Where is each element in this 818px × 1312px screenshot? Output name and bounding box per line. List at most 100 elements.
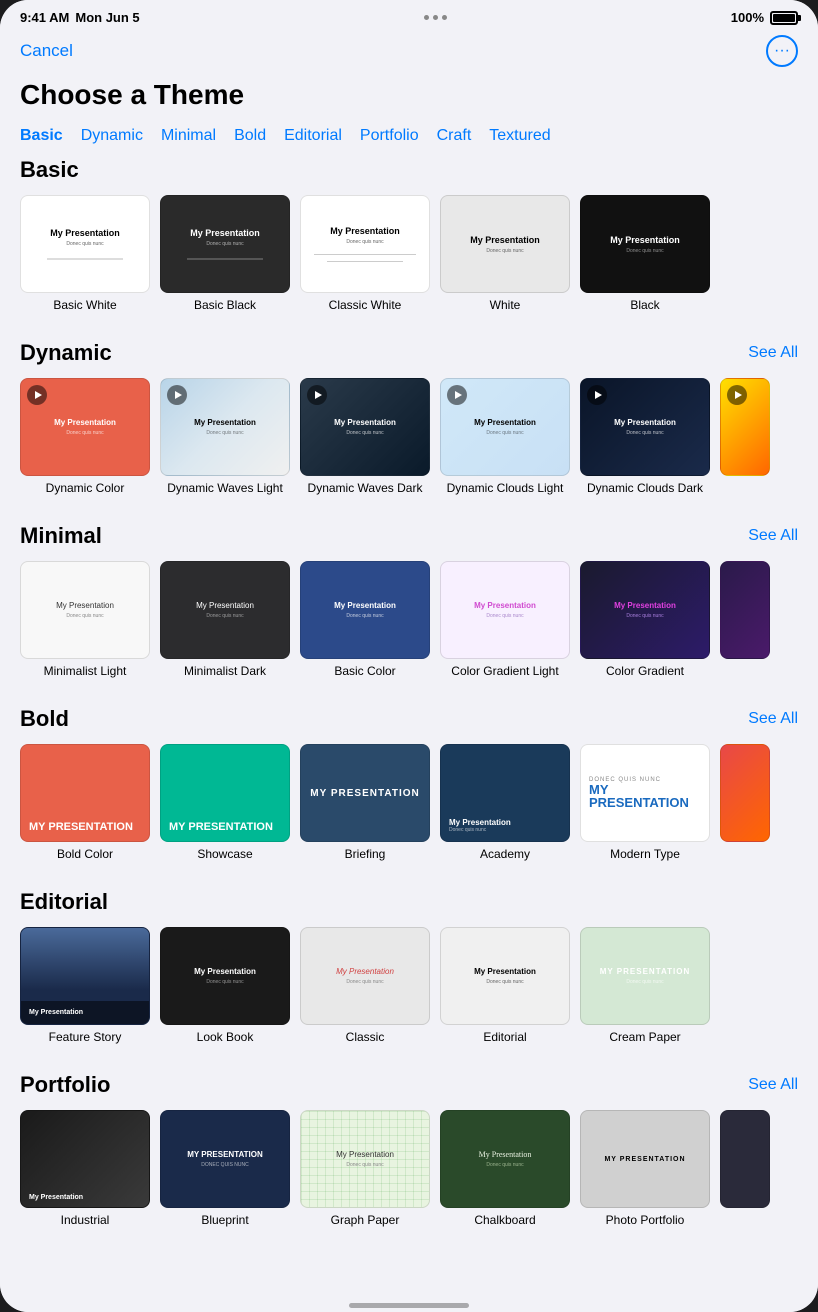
theme-classic-label: Classic — [346, 1030, 385, 1044]
theme-look-book-label: Look Book — [197, 1030, 254, 1044]
theme-color-gradient-label: Color Gradient — [606, 664, 684, 678]
section-basic-header: Basic — [20, 157, 798, 183]
theme-feature-story[interactable]: My Presentation Feature Story — [20, 927, 150, 1044]
theme-color-gradient[interactable]: My Presentation Donec quis nunc Color Gr… — [580, 561, 710, 678]
theme-classic-white-label: Classic White — [329, 298, 402, 312]
thumb-minimalist-light: My Presentation Donec quis nunc — [20, 561, 150, 659]
dots-menu — [424, 15, 447, 20]
theme-industrial[interactable]: My Presentation Industrial — [20, 1110, 150, 1227]
tab-textured[interactable]: Textured — [489, 127, 550, 145]
theme-bold-color[interactable]: MY PRESENTATION Bold Color — [20, 744, 150, 861]
section-dynamic-header: Dynamic See All — [20, 340, 798, 366]
play-icon-partial — [727, 385, 747, 405]
play-icon-waves-dark — [307, 385, 327, 405]
home-indicator — [0, 1295, 818, 1312]
tab-dynamic[interactable]: Dynamic — [81, 127, 143, 145]
section-editorial: Editorial My Presentation Feature Story — [20, 889, 798, 1044]
portfolio-themes-row: My Presentation Industrial MY PRESENTATI… — [20, 1110, 798, 1227]
theme-cream-paper[interactable]: MY PRESENTATION Donec quis nunc Cream Pa… — [580, 927, 710, 1044]
basic-themes-row: My Presentation Donec quis nunc Basic Wh… — [20, 195, 798, 312]
section-bold-title: Bold — [20, 706, 69, 732]
theme-chalkboard-label: Chalkboard — [474, 1213, 535, 1227]
tab-craft[interactable]: Craft — [437, 127, 472, 145]
thumb-black: My Presentation Donec quis nunc — [580, 195, 710, 293]
play-icon-waves-light — [167, 385, 187, 405]
theme-dynamic-clouds-light[interactable]: My Presentation Donec quis nunc Dynamic … — [440, 378, 570, 495]
theme-graph-paper[interactable]: My Presentation Donec quis nunc Graph Pa… — [300, 1110, 430, 1227]
section-dynamic-title: Dynamic — [20, 340, 112, 366]
section-minimal-header: Minimal See All — [20, 523, 798, 549]
bold-see-all[interactable]: See All — [748, 710, 798, 728]
theme-dynamic-waves-dark[interactable]: My Presentation Donec quis nunc Dynamic … — [300, 378, 430, 495]
cancel-button[interactable]: Cancel — [20, 41, 73, 61]
section-basic-title: Basic — [20, 157, 79, 183]
theme-cream-paper-label: Cream Paper — [609, 1030, 680, 1044]
theme-chalkboard[interactable]: My Presentation Donec quis nunc Chalkboa… — [440, 1110, 570, 1227]
theme-dynamic-color[interactable]: My Presentation Donec quis nunc Dynamic … — [20, 378, 150, 495]
tab-minimal[interactable]: Minimal — [161, 127, 216, 145]
theme-classic-white[interactable]: My Presentation Donec quis nunc Classic … — [300, 195, 430, 312]
theme-graph-paper-label: Graph Paper — [331, 1213, 400, 1227]
theme-look-book[interactable]: My Presentation Donec quis nunc Look Boo… — [160, 927, 290, 1044]
theme-basic-black[interactable]: My Presentation Donec quis nunc Basic Bl… — [160, 195, 290, 312]
tab-bold[interactable]: Bold — [234, 127, 266, 145]
theme-color-gradient-light[interactable]: My Presentation Donec quis nunc Color Gr… — [440, 561, 570, 678]
more-options-button[interactable]: ··· — [766, 35, 798, 67]
section-editorial-header: Editorial — [20, 889, 798, 915]
theme-dynamic-waves-light[interactable]: My Presentation Donec quis nunc Dynamic … — [160, 378, 290, 495]
play-icon-dynamic-color — [27, 385, 47, 405]
thumb-industrial: My Presentation — [20, 1110, 150, 1208]
thumb-academy: My Presentation Donec quis nunc — [440, 744, 570, 842]
thumb-basic-black: My Presentation Donec quis nunc — [160, 195, 290, 293]
thumb-white: My Presentation Donec quis nunc — [440, 195, 570, 293]
play-icon-clouds-dark — [587, 385, 607, 405]
section-minimal-title: Minimal — [20, 523, 102, 549]
main-scroll: Basic My Presentation Donec quis nunc Ba… — [0, 157, 818, 1295]
theme-briefing-label: Briefing — [345, 847, 386, 861]
section-dynamic: Dynamic See All My Presentation Donec qu… — [20, 340, 798, 495]
theme-briefing[interactable]: MY PRESENTATION Briefing — [300, 744, 430, 861]
tab-basic[interactable]: Basic — [20, 127, 63, 145]
theme-minimalist-dark-label: Minimalist Dark — [184, 664, 266, 678]
minimal-see-all[interactable]: See All — [748, 527, 798, 545]
theme-feature-story-label: Feature Story — [49, 1030, 122, 1044]
thumb-dynamic-color: My Presentation Donec quis nunc — [20, 378, 150, 476]
tab-editorial[interactable]: Editorial — [284, 127, 342, 145]
theme-editorial[interactable]: My Presentation Donec quis nunc Editoria… — [440, 927, 570, 1044]
theme-modern-type[interactable]: DONEC QUIS NUNC MY PRESENTATION Modern T… — [580, 744, 710, 861]
dynamic-see-all[interactable]: See All — [748, 344, 798, 362]
section-portfolio-header: Portfolio See All — [20, 1072, 798, 1098]
thumb-showcase: MY PRESENTATION — [160, 744, 290, 842]
theme-black[interactable]: My Presentation Donec quis nunc Black — [580, 195, 710, 312]
theme-blueprint[interactable]: MY PRESENTATION DONEC QUIS NUNC Blueprin… — [160, 1110, 290, 1227]
theme-dynamic-clouds-dark-label: Dynamic Clouds Dark — [587, 481, 703, 495]
category-tabs: Basic Dynamic Minimal Bold Editorial Por… — [0, 123, 818, 157]
theme-industrial-label: Industrial — [61, 1213, 110, 1227]
thumb-editorial: My Presentation Donec quis nunc — [440, 927, 570, 1025]
portfolio-see-all[interactable]: See All — [748, 1076, 798, 1094]
theme-classic[interactable]: My Presentation Donec quis nunc Classic — [300, 927, 430, 1044]
theme-showcase[interactable]: MY PRESENTATION Showcase — [160, 744, 290, 861]
theme-dynamic-color-label: Dynamic Color — [46, 481, 125, 495]
tab-portfolio[interactable]: Portfolio — [360, 127, 419, 145]
battery-label: 100% — [731, 10, 764, 25]
section-minimal: Minimal See All My Presentation Donec qu… — [20, 523, 798, 678]
theme-minimalist-dark[interactable]: My Presentation Donec quis nunc Minimali… — [160, 561, 290, 678]
theme-basic-black-label: Basic Black — [194, 298, 256, 312]
theme-dynamic-clouds-dark[interactable]: My Presentation Donec quis nunc Dynamic … — [580, 378, 710, 495]
theme-modern-type-label: Modern Type — [610, 847, 680, 861]
theme-dynamic-clouds-light-label: Dynamic Clouds Light — [447, 481, 564, 495]
section-portfolio-title: Portfolio — [20, 1072, 110, 1098]
theme-white[interactable]: My Presentation Donec quis nunc White — [440, 195, 570, 312]
theme-photo-portfolio[interactable]: MY PRESENTATION Photo Portfolio — [580, 1110, 710, 1227]
theme-black-label: Black — [630, 298, 659, 312]
theme-editorial-label: Editorial — [483, 1030, 526, 1044]
section-bold-header: Bold See All — [20, 706, 798, 732]
theme-basic-white[interactable]: My Presentation Donec quis nunc Basic Wh… — [20, 195, 150, 312]
theme-academy[interactable]: My Presentation Donec quis nunc Academy — [440, 744, 570, 861]
theme-basic-color[interactable]: My Presentation Donec quis nunc Basic Co… — [300, 561, 430, 678]
section-bold: Bold See All MY PRESENTATION Bold Color — [20, 706, 798, 861]
thumb-chalkboard: My Presentation Donec quis nunc — [440, 1110, 570, 1208]
theme-color-gradient-light-label: Color Gradient Light — [451, 664, 558, 678]
theme-minimalist-light[interactable]: My Presentation Donec quis nunc Minimali… — [20, 561, 150, 678]
